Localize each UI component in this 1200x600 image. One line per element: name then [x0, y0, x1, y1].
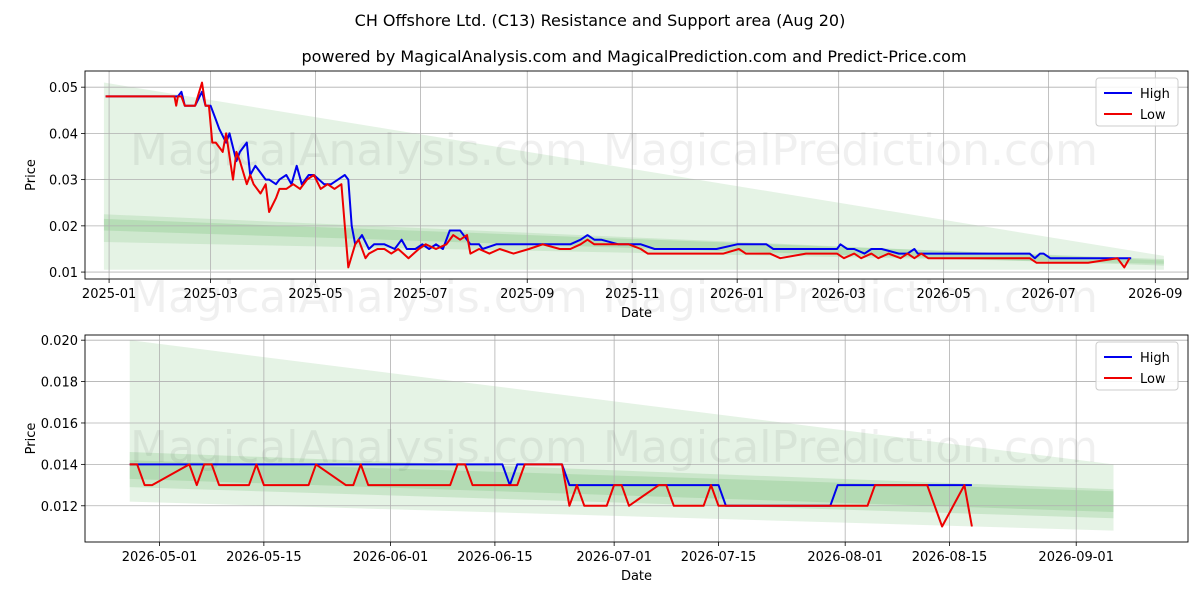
- y-tick-label: 0.014: [41, 458, 78, 473]
- watermark-text: MagicalPrediction.com: [603, 125, 1098, 176]
- y-tick-label: 0.020: [41, 334, 78, 349]
- chart-subtitle: powered by MagicalAnalysis.com and Magic…: [301, 47, 966, 66]
- y-axis-label: Price: [24, 159, 39, 191]
- chart-canvas: CH Offshore Ltd. (C13) Resistance and Su…: [0, 0, 1200, 600]
- legend-label-high: High: [1140, 87, 1170, 102]
- x-tick-label: 2025-01: [82, 287, 136, 302]
- legend-label-low: Low: [1140, 108, 1166, 123]
- y-tick-label: 0.05: [49, 81, 78, 96]
- x-tick-label: 2026-07-01: [576, 550, 652, 565]
- x-axis-label: Date: [621, 569, 652, 584]
- legend-box: [1095, 341, 1179, 391]
- x-tick-label: 2026-09-01: [1038, 550, 1114, 565]
- x-tick-label: 2026-08-15: [912, 550, 988, 565]
- legend: High Low: [1095, 77, 1179, 127]
- watermark-text: MagicalAnalysis.com: [130, 125, 588, 176]
- watermark-text: MagicalPrediction.com: [603, 422, 1098, 473]
- legend-label-low: Low: [1140, 372, 1166, 387]
- y-tick-label: 0.04: [49, 127, 78, 142]
- y-tick-label: 0.018: [41, 376, 78, 391]
- x-tick-label: 2026-05-01: [122, 550, 198, 565]
- y-tick-label: 0.012: [41, 500, 78, 515]
- y-axis-label: Price: [24, 423, 39, 455]
- legend-box: [1095, 77, 1179, 127]
- x-tick-label: 2026-09: [1128, 287, 1182, 302]
- x-tick-label: 2026-06-01: [353, 550, 429, 565]
- x-tick-label: 2026-08-01: [807, 550, 883, 565]
- legend: High Low: [1095, 341, 1179, 391]
- y-tick-label: 0.03: [49, 174, 78, 189]
- chart-title: CH Offshore Ltd. (C13) Resistance and Su…: [355, 11, 846, 30]
- x-tick-label: 2026-07-15: [681, 550, 757, 565]
- y-tick-label: 0.02: [49, 220, 78, 235]
- x-axis-label: Date: [621, 306, 652, 321]
- y-tick-label: 0.01: [49, 266, 78, 281]
- x-tick-label: 2026-06-15: [457, 550, 533, 565]
- y-tick-label: 0.016: [41, 417, 78, 432]
- watermark-text: MagicalPrediction.com: [603, 272, 1098, 323]
- x-tick-label: 2026-05-15: [226, 550, 302, 565]
- watermark-text: MagicalAnalysis.com: [130, 272, 588, 323]
- legend-label-high: High: [1140, 351, 1170, 366]
